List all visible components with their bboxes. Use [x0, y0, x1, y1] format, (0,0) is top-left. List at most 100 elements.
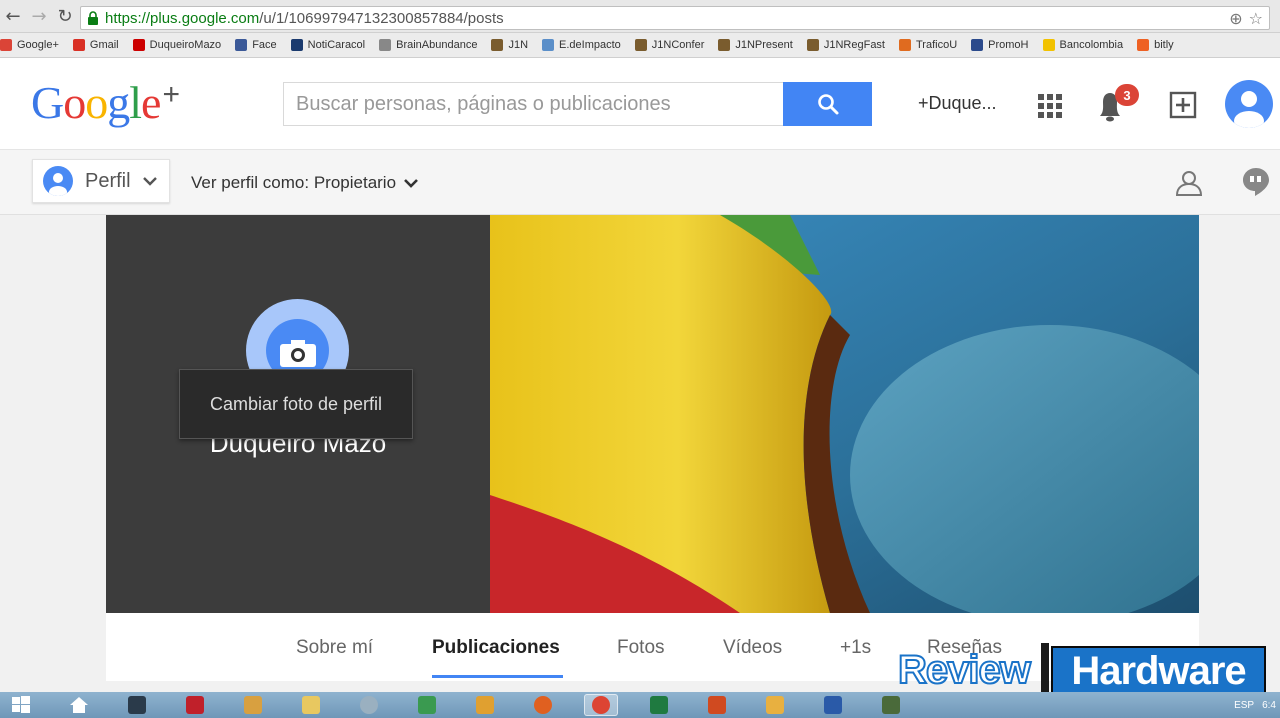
logo-letter: e: [141, 77, 161, 128]
chevron-down-icon: [142, 177, 157, 186]
user-name-link[interactable]: +Duque...: [918, 93, 997, 114]
bookmark-item[interactable]: bitly: [1137, 39, 1174, 51]
bookmark-item[interactable]: J1NRegFast: [806, 39, 885, 51]
taskbar-app-drive-icon[interactable]: [410, 694, 444, 716]
bookmark-item[interactable]: Gmail: [72, 39, 119, 51]
bookmark-item[interactable]: TraficoU: [899, 39, 957, 51]
bookmark-item[interactable]: Face: [235, 39, 277, 51]
taskbar-app-player-icon[interactable]: [468, 694, 502, 716]
taskbar-app-outlook-icon[interactable]: [758, 694, 792, 716]
bookmarks-bar: Google+ Gmail DuqueiroMazo Face NotiCaracol B…: [0, 33, 1280, 58]
taskbar-app-folder-icon[interactable]: [294, 694, 328, 716]
bookmark-favicon-icon: [971, 39, 984, 51]
bookmark-item[interactable]: BrainAbundance: [379, 39, 477, 51]
watermark-hardware: Hardware: [1051, 646, 1266, 696]
account-avatar[interactable]: [1225, 80, 1273, 128]
logo-word: Google: [31, 77, 161, 128]
search-input[interactable]: Buscar personas, páginas o publicaciones: [283, 82, 783, 126]
windows-taskbar: ESP 6:4: [0, 692, 1280, 718]
hangouts-icon[interactable]: [1242, 167, 1270, 197]
camera-icon[interactable]: [279, 338, 317, 368]
bookmark-item[interactable]: NotiCaracol: [290, 39, 365, 51]
bookmark-favicon-icon: [491, 39, 504, 51]
cover-photo[interactable]: [490, 215, 1199, 613]
start-icon[interactable]: [4, 694, 38, 716]
bookmark-favicon-icon: [634, 39, 647, 51]
bookmark-item[interactable]: E.deImpacto: [542, 39, 621, 51]
apps-grid-icon[interactable]: [1038, 94, 1062, 118]
chevron-down-icon: [404, 179, 418, 188]
google-plus-logo[interactable]: Google+: [31, 76, 180, 129]
bookmark-favicon-icon: [0, 39, 12, 51]
logo-letter: l: [129, 77, 142, 128]
notification-badge[interactable]: 3: [1115, 84, 1139, 106]
forward-icon[interactable]: →: [26, 3, 52, 29]
taskbar-app-powerpoint-icon[interactable]: [700, 694, 734, 716]
add-to-circles-icon[interactable]: [1173, 167, 1205, 199]
bookmark-label: E.deImpacto: [559, 39, 621, 51]
tab-fotos[interactable]: Fotos: [617, 637, 665, 659]
tab-videos[interactable]: Vídeos: [723, 637, 782, 659]
active-tab-indicator: [432, 675, 563, 678]
view-profile-as-label: Ver perfil como: Propietario: [191, 173, 397, 192]
reload-icon[interactable]: ↻: [52, 3, 78, 29]
lock-icon: [88, 11, 98, 25]
cover-image: [490, 215, 1199, 613]
share-post-icon[interactable]: [1169, 89, 1199, 119]
logo-letter: o: [63, 77, 86, 128]
taskbar-app-firefox-icon[interactable]: [526, 694, 560, 716]
bookmark-item[interactable]: J1NConfer: [634, 39, 704, 51]
bookmark-item[interactable]: Bancolombia: [1042, 39, 1124, 51]
bookmark-item[interactable]: J1NPresent: [718, 39, 793, 51]
view-profile-as-dropdown[interactable]: Ver perfil como: Propietario: [191, 173, 418, 193]
taskbar-app-media-icon[interactable]: [120, 694, 154, 716]
bookmark-favicon-icon: [899, 39, 911, 51]
taskbar-app-chrome-icon[interactable]: [584, 694, 618, 716]
taskbar-app-word-icon[interactable]: [816, 694, 850, 716]
logo-letter: o: [85, 77, 108, 128]
browser-toolbar: ← → ↻ https://plus.google.com/u/1/106997…: [0, 0, 1280, 33]
logo-plus: +: [162, 78, 180, 111]
search-button[interactable]: [783, 82, 872, 126]
bookmark-favicon-icon: [72, 39, 85, 51]
bookmark-label: Bancolombia: [1059, 39, 1124, 51]
bookmark-item[interactable]: Google+: [0, 39, 59, 51]
perfil-menu-button[interactable]: Perfil: [32, 159, 170, 203]
bookmark-item[interactable]: J1N: [491, 39, 528, 51]
bookmark-label: BrainAbundance: [396, 39, 478, 51]
bookmark-label: J1NPresent: [735, 39, 793, 51]
bookmark-label: J1NRegFast: [823, 39, 885, 51]
tray-clock[interactable]: 6:4: [1262, 700, 1276, 711]
bookmark-label: Gmail: [89, 39, 119, 51]
zoom-icon[interactable]: ⊕: [1229, 9, 1242, 28]
star-icon[interactable]: ☆: [1249, 9, 1263, 28]
url-host: https://plus.google.com: [105, 9, 260, 27]
bookmark-favicon-icon: [1042, 39, 1055, 51]
bookmark-favicon-icon: [379, 39, 392, 51]
bookmark-favicon-icon: [542, 39, 555, 51]
system-tray: ESP 6:4: [1234, 692, 1280, 718]
taskbar-app-paint-icon[interactable]: [236, 694, 270, 716]
taskbar-app-camera-icon[interactable]: [352, 694, 386, 716]
home-icon[interactable]: [62, 694, 96, 716]
tray-language[interactable]: ESP: [1234, 700, 1254, 711]
bookmark-favicon-icon: [806, 39, 819, 51]
watermark-review: Review: [897, 647, 1032, 693]
bookmark-item[interactable]: DuqueiroMazo: [132, 39, 221, 51]
tab-publicaciones[interactable]: Publicaciones: [432, 637, 560, 659]
bookmark-favicon-icon: [132, 39, 145, 51]
bookmark-favicon-icon: [290, 39, 303, 51]
taskbar-app-excel-icon[interactable]: [642, 694, 676, 716]
perfil-label: Perfil: [85, 169, 131, 192]
taskbar-app-misc-icon[interactable]: [874, 694, 908, 716]
bookmark-favicon-icon: [235, 39, 248, 51]
bookmark-item[interactable]: PromoH: [971, 39, 1029, 51]
bookmark-label: J1N: [508, 39, 529, 51]
watermark-separator: [1041, 643, 1049, 695]
tab-sobre-mi[interactable]: Sobre mí: [296, 637, 373, 659]
taskbar-app-video-icon[interactable]: [178, 694, 212, 716]
back-icon[interactable]: ←: [0, 3, 26, 29]
address-bar[interactable]: https://plus.google.com/u/1/106997947132…: [80, 6, 1270, 30]
perfil-avatar-icon: [43, 166, 73, 196]
tab-plus-ones[interactable]: +1s: [840, 637, 871, 659]
